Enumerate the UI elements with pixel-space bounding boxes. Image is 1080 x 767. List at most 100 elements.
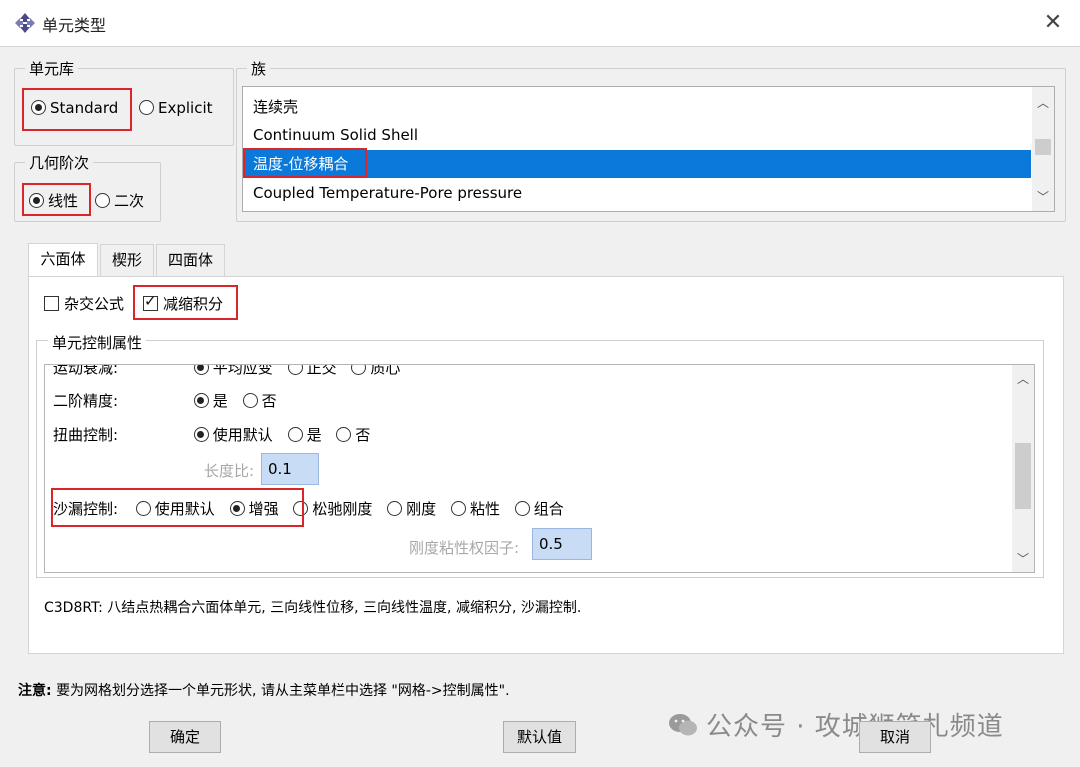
radio-standard-label: Standard <box>50 99 119 117</box>
family-item[interactable]: Coupled Temperature-Pore pressure <box>253 179 522 207</box>
close-icon[interactable]: ✕ <box>1038 8 1068 38</box>
scroll-thumb[interactable] <box>1015 443 1031 509</box>
scroll-down-icon[interactable]: ﹀ <box>1012 549 1034 569</box>
row-partial-label: 运动衰减: <box>53 364 119 377</box>
radio-distortion-no-label: 否 <box>355 426 371 444</box>
radio-hourglass-default[interactable]: 使用默认 <box>135 500 215 518</box>
radio-centroid-icon <box>351 365 367 375</box>
checkbox-hybrid-icon <box>44 296 59 311</box>
radio-explicit[interactable]: Explicit <box>139 99 213 117</box>
element-description: C3D8RT: 八结点热耦合六面体单元, 三向线性位移, 三向线性温度, 减缩积… <box>44 600 582 616</box>
element-controls-legend: 单元控制属性 <box>48 332 147 353</box>
checkbox-hybrid[interactable]: 杂交公式 <box>44 293 124 314</box>
family-item-selected[interactable]: 温度-位移耦合 <box>244 150 1031 178</box>
radio-distortion-yes-label: 是 <box>306 426 322 444</box>
hourglass-label: 沙漏控制: <box>53 500 119 518</box>
radio-centroid-label: 质心 <box>370 364 401 377</box>
app-logo-icon <box>15 13 35 33</box>
radio-avg-strain-icon <box>193 365 209 375</box>
radio-centroid[interactable]: 质心 <box>351 364 401 377</box>
scroll-thumb[interactable] <box>1035 139 1051 155</box>
element-controls-list: 运动衰减: 平均应变 正交 质心 二阶精度: 是 否 扭曲控制: 使用默认 是 … <box>44 364 1035 573</box>
radio-second-no[interactable]: 否 <box>242 392 277 410</box>
radio-hourglass-combined[interactable]: 组合 <box>514 500 564 518</box>
radio-hourglass-relax-stiffness-label: 松驰刚度 <box>312 500 373 518</box>
checkbox-reduced-icon <box>143 292 158 311</box>
family-listbox[interactable]: 连续壳 Continuum Solid Shell 温度-位移耦合 Couple… <box>242 86 1055 212</box>
second-order-label: 二阶精度: <box>53 392 119 410</box>
tab-wedge[interactable]: 楔形 <box>100 244 154 276</box>
defaults-button[interactable]: 默认值 <box>503 721 576 753</box>
radio-hourglass-viscous-label: 粘性 <box>469 500 500 518</box>
family-item[interactable]: Continuum Solid Shell <box>253 121 418 149</box>
wechat-icon <box>669 714 697 736</box>
ok-button[interactable]: 确定 <box>149 721 221 753</box>
checkbox-hybrid-label: 杂交公式 <box>64 295 125 313</box>
radio-hourglass-enhanced[interactable]: 增强 <box>229 500 279 518</box>
radio-linear[interactable]: 线性 <box>29 190 78 211</box>
radio-avg-strain[interactable]: 平均应变 <box>193 364 273 377</box>
radio-distortion-default-label: 使用默认 <box>212 426 273 444</box>
radio-second-no-label: 否 <box>261 392 277 410</box>
radio-hourglass-relax-stiffness[interactable]: 松驰刚度 <box>293 500 372 518</box>
radio-hourglass-viscous-icon <box>450 501 466 516</box>
radio-hourglass-relax-stiffness-icon <box>293 501 309 516</box>
radio-avg-strain-label: 平均应变 <box>212 364 273 377</box>
note-text: 要为网格划分选择一个单元形状, 请从主菜单栏中选择 "网格->控制属性". <box>56 683 510 699</box>
radio-second-no-icon <box>242 393 258 408</box>
radio-standard-icon <box>31 100 46 115</box>
radio-distortion-no-icon <box>336 427 352 442</box>
radio-explicit-label: Explicit <box>158 99 213 117</box>
radio-distortion-default[interactable]: 使用默认 <box>193 426 273 444</box>
family-legend: 族 <box>251 60 267 78</box>
geometric-order-group: 几何阶次 <box>14 152 161 222</box>
stiffness-viscosity-label: 刚度粘性权因子: <box>409 539 520 557</box>
window-title: 单元类型 <box>42 16 107 35</box>
family-scrollbar[interactable]: ︿ ﹀ <box>1032 87 1054 211</box>
radio-hourglass-default-label: 使用默认 <box>154 500 215 518</box>
tab-tet[interactable]: 四面体 <box>156 244 225 276</box>
scroll-up-icon[interactable]: ︿ <box>1032 93 1054 113</box>
row-distortion: 扭曲控制: 使用默认 是 否 <box>53 424 380 445</box>
radio-hourglass-combined-label: 组合 <box>533 500 564 518</box>
app-window: { "window": { "title": "单元类型", "close_gl… <box>0 0 1080 767</box>
watermark: 公众号 · 攻城狮笔札频道 <box>668 706 1004 743</box>
geometric-order-legend: 几何阶次 <box>29 154 90 172</box>
radio-explicit-icon <box>139 100 154 115</box>
length-ratio-input[interactable]: 0.1 <box>261 453 319 485</box>
radio-linear-icon <box>29 193 44 208</box>
radio-second-yes[interactable]: 是 <box>193 392 228 410</box>
radio-orthogonal-icon <box>287 365 303 375</box>
radio-distortion-default-icon <box>193 427 209 442</box>
radio-quadratic-icon <box>95 193 110 208</box>
scroll-down-icon[interactable]: ﹀ <box>1032 187 1054 207</box>
length-ratio-label: 长度比: <box>204 462 255 480</box>
family-item[interactable]: 连续壳 <box>253 93 298 121</box>
scroll-up-icon[interactable]: ︿ <box>1012 369 1034 389</box>
row-hourglass: 沙漏控制: 使用默认 增强 松驰刚度 刚度 粘性 组合 <box>53 498 574 519</box>
radio-orthogonal[interactable]: 正交 <box>287 365 337 377</box>
radio-quadratic-label: 二次 <box>114 192 145 210</box>
radio-linear-label: 线性 <box>48 192 79 210</box>
radio-hourglass-stiffness-icon <box>387 501 403 516</box>
checkbox-reduced[interactable]: 减缩积分 <box>143 292 224 314</box>
radio-hourglass-default-icon <box>135 501 151 516</box>
distortion-label: 扭曲控制: <box>53 426 119 444</box>
radio-second-yes-label: 是 <box>212 392 228 410</box>
radio-second-yes-icon <box>193 393 209 408</box>
note-prefix: 注意: <box>18 683 52 699</box>
radio-distortion-no[interactable]: 否 <box>336 426 370 444</box>
radio-hourglass-viscous[interactable]: 粘性 <box>450 500 500 518</box>
row-partial: 运动衰减: 平均应变 正交 质心 <box>53 364 410 378</box>
tab-hex[interactable]: 六面体 <box>28 243 98 277</box>
radio-quadratic[interactable]: 二次 <box>95 190 144 211</box>
radio-hourglass-stiffness[interactable]: 刚度 <box>387 500 436 518</box>
radio-hourglass-stiffness-label: 刚度 <box>406 500 437 518</box>
radio-distortion-yes[interactable]: 是 <box>287 426 322 444</box>
controls-scrollbar[interactable]: ︿ ﹀ <box>1012 365 1034 572</box>
checkbox-reduced-label: 减缩积分 <box>163 295 224 313</box>
stiffness-viscosity-input[interactable]: 0.5 <box>532 528 592 560</box>
radio-standard[interactable]: Standard <box>31 99 118 117</box>
radio-distortion-yes-icon <box>287 427 303 442</box>
cancel-button[interactable]: 取消 <box>859 721 931 753</box>
